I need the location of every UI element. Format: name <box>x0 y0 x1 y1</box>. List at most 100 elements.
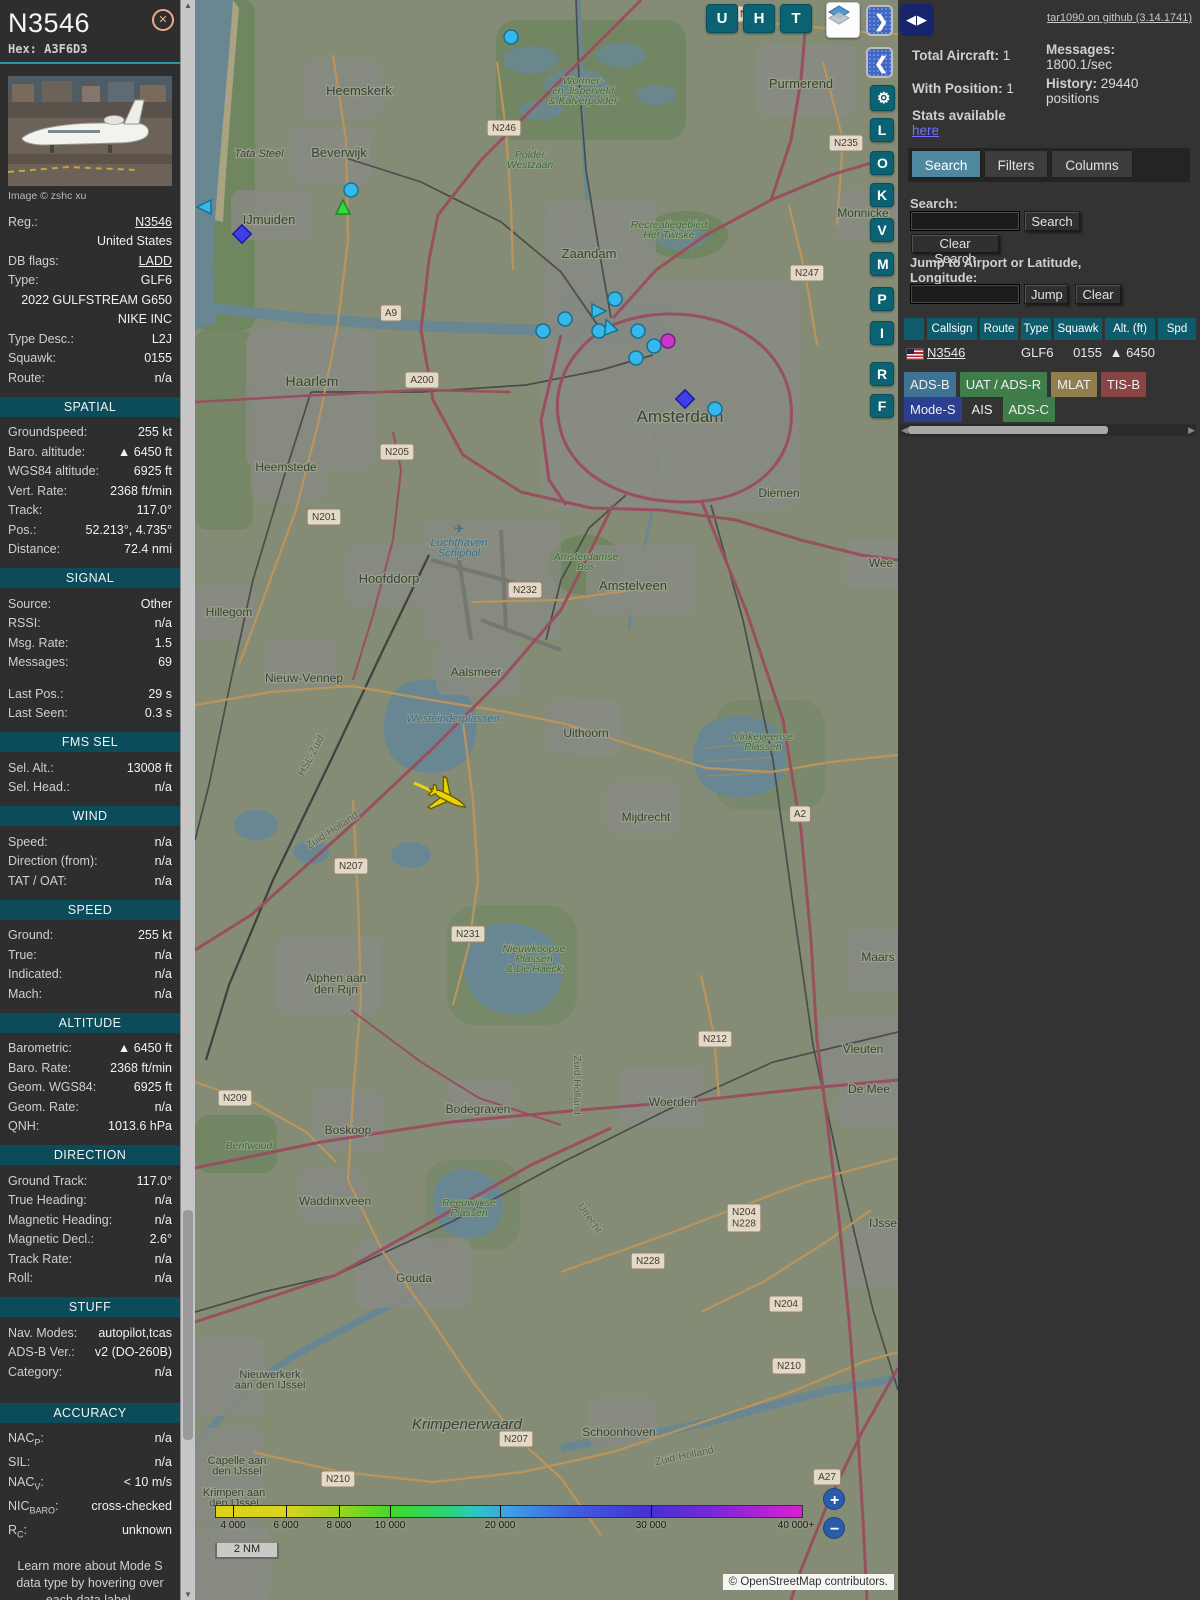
city-label: Tata Steel <box>234 148 284 160</box>
aircraft-callsign-title: N3546 <box>8 8 172 39</box>
data-value: autopilot,tcas <box>98 1325 172 1342</box>
water-label: LuchthavenSchiphol <box>431 537 488 559</box>
tar1090-github-link[interactable]: tar1090 on github (3.14.1741) <box>1047 12 1192 24</box>
map-button-f[interactable]: F <box>870 394 894 418</box>
panel-hide-button[interactable]: ❮ <box>866 47 893 78</box>
map-button-u[interactable]: U <box>706 4 738 33</box>
colorbar-tick <box>339 1505 340 1517</box>
data-label: NICBARO: <box>8 1498 59 1519</box>
info-value-link[interactable]: N3546 <box>135 214 172 231</box>
map-button-h[interactable]: H <box>743 4 775 33</box>
data-label: Sel. Alt.: <box>8 760 54 777</box>
tab-columns[interactable]: Columns <box>1051 150 1133 178</box>
city-label: Heemstede <box>255 460 317 474</box>
map-button-t[interactable]: T <box>780 4 812 33</box>
colorbar-tick-label: 8 000 <box>326 1520 351 1531</box>
aircraft-marker-circle[interactable] <box>344 183 358 197</box>
column-header-flag[interactable] <box>904 318 924 340</box>
column-header-Type[interactable]: Type <box>1021 318 1051 340</box>
zoom-in-button[interactable]: + <box>823 1488 845 1510</box>
aircraft-marker-magenta[interactable] <box>661 334 675 348</box>
map-button-i[interactable]: I <box>870 321 894 345</box>
data-value: n/a <box>155 1270 172 1287</box>
jump-button[interactable]: Jump <box>1024 284 1068 304</box>
scroll-up-icon[interactable]: ▲ <box>181 1 195 10</box>
data-value: Other <box>141 596 172 613</box>
tab-filters[interactable]: Filters <box>984 150 1048 178</box>
stats-here-link[interactable]: here <box>912 123 939 138</box>
callsign-link[interactable]: N3546 <box>927 345 965 360</box>
legend-ais: AIS <box>966 397 999 422</box>
data-value: n/a <box>155 1430 172 1451</box>
aircraft-marker-circle[interactable] <box>631 324 645 338</box>
road-badge-label: N235 <box>834 138 858 149</box>
section-header-speed: SPEED <box>0 900 180 920</box>
map-button-p[interactable]: P <box>870 287 894 311</box>
city-label: Beverwijk <box>311 145 367 160</box>
info-value-link[interactable]: LADD <box>139 253 172 270</box>
scroll-right-icon[interactable]: ▶ <box>1188 424 1195 436</box>
settings-button[interactable]: ⚙ <box>870 85 895 111</box>
map-button-l[interactable]: L <box>870 118 894 142</box>
toggle-panel-width-button[interactable]: ◀▶ <box>900 4 934 36</box>
data-row: Pos.:52.213°, 4.735° <box>0 520 180 540</box>
city-label: Capelle aanden IJssel <box>208 1455 267 1477</box>
info-label: Squawk: <box>8 350 56 367</box>
map-button-v[interactable]: V <box>870 218 894 242</box>
aircraft-marker-circle[interactable] <box>608 292 622 306</box>
search-input[interactable] <box>910 211 1020 231</box>
column-header-Callsign[interactable]: Callsign <box>927 318 977 340</box>
data-label: Messages: <box>8 654 68 671</box>
map-button-k[interactable]: K <box>870 183 894 207</box>
map-button-r[interactable]: R <box>870 362 894 386</box>
clear-search-button[interactable]: Clear Search <box>911 234 999 253</box>
table-row[interactable]: N3546GLF60155▲ 6450 <box>904 343 1200 362</box>
road-badge-label: N209 <box>223 1093 247 1104</box>
map-canvas[interactable]: Wormer-en Jisperveld& KalverpolderPolder… <box>195 0 898 1600</box>
data-label: Distance: <box>8 541 60 558</box>
city-label: Boskoop <box>325 1123 372 1137</box>
map-scale: 2 NM <box>215 1543 279 1559</box>
map[interactable]: Wormer-en Jisperveld& KalverpolderPolder… <box>195 0 898 1600</box>
map-attribution[interactable]: © OpenStreetMap contributors. <box>723 1574 894 1590</box>
column-header-Alt. (ft)[interactable]: Alt. (ft) <box>1105 318 1155 340</box>
aircraft-marker-circle[interactable] <box>629 351 643 365</box>
jump-clear-button[interactable]: Clear <box>1075 284 1121 304</box>
scrollbar-thumb[interactable] <box>183 1210 193 1440</box>
hscroll-thumb[interactable] <box>908 426 1108 434</box>
region-label: Zuid-Holland <box>571 1055 583 1115</box>
info-value: 0155 <box>144 350 172 367</box>
data-value: n/a <box>155 853 172 870</box>
sidebar-scrollbar[interactable]: ▲ ▼ <box>180 0 195 1600</box>
jump-input[interactable] <box>910 284 1020 304</box>
aircraft-marker-circle[interactable] <box>536 324 550 338</box>
layer-switcher-button[interactable] <box>826 2 860 38</box>
info-row: DB flags:LADD <box>0 251 180 271</box>
data-value: n/a <box>155 779 172 796</box>
info-value: United States <box>97 233 172 250</box>
table-horizontal-scrollbar[interactable]: ◀ ▶ <box>900 424 1196 436</box>
cell: 0155 <box>1054 343 1102 362</box>
colorbar-tick <box>286 1505 287 1517</box>
tab-search[interactable]: Search <box>911 150 981 178</box>
map-button-m[interactable]: M <box>870 252 894 276</box>
column-header-Spd[interactable]: Spd <box>1158 318 1196 340</box>
aircraft-marker-circle[interactable] <box>504 30 518 44</box>
column-header-Route[interactable]: Route <box>980 318 1018 340</box>
data-label: Last Seen: <box>8 705 68 722</box>
info-row: Type:GLF6 <box>0 271 180 291</box>
nature-label: Bentwoud <box>226 1140 274 1152</box>
scroll-left-icon[interactable]: ◀ <box>901 424 908 436</box>
map-button-o[interactable]: O <box>870 151 894 175</box>
column-header-Squawk[interactable]: Squawk <box>1054 318 1102 340</box>
aircraft-marker-circle[interactable] <box>647 339 661 353</box>
data-label: SIL: <box>8 1454 30 1471</box>
search-button[interactable]: Search <box>1024 211 1080 231</box>
data-value: 0.3 s <box>145 705 172 722</box>
close-icon[interactable]: ✕ <box>152 9 174 31</box>
aircraft-marker-circle[interactable] <box>558 312 572 326</box>
aircraft-marker-circle[interactable] <box>708 402 722 416</box>
scroll-down-icon[interactable]: ▼ <box>181 1590 195 1599</box>
zoom-out-button[interactable]: − <box>823 1517 845 1539</box>
panel-show-button[interactable]: ❯ <box>866 5 893 36</box>
